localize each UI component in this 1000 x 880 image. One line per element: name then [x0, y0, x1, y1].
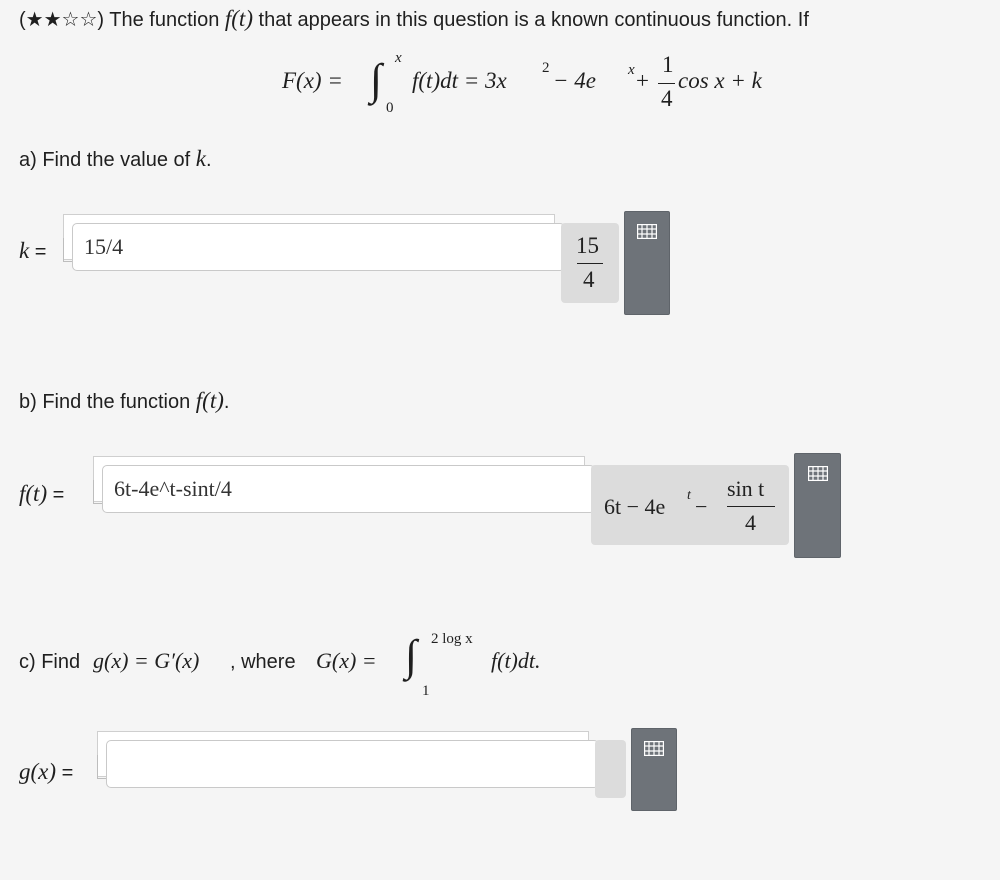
answer-c-input[interactable] [106, 740, 599, 788]
answer-c-preview [595, 740, 626, 798]
intro-function: f(t) [224, 6, 253, 31]
integral-sign-c: ∫ [405, 631, 418, 680]
integral-sign: ∫ [370, 55, 383, 104]
part-b-prompt: b) Find the function f(t). [19, 388, 230, 413]
grid-icon [807, 466, 828, 481]
answer-a-bracket [63, 238, 72, 262]
math-keyboard-button-c[interactable] [631, 728, 677, 811]
answer-c-label: g(x) = [19, 759, 74, 784]
part-c-prompt: c) Find g(x) = G′(x) , where G(x) = ∫ 2 … [19, 631, 541, 699]
answer-b-bracket [93, 480, 102, 504]
answer-b-label: f(t) = [19, 481, 65, 506]
grid-icon [637, 224, 657, 239]
difficulty-stars: (★★☆☆) [19, 9, 105, 31]
answer-b-preview: 6t − 4e t − sin t 4 [591, 465, 789, 545]
answer-a-preview: 15 4 [561, 223, 619, 303]
math-keyboard-button-b[interactable] [794, 453, 841, 558]
grid-icon [644, 741, 664, 756]
part-a-prompt: a) Find the value of k. [19, 146, 212, 171]
answer-a-label: k = [19, 238, 47, 263]
answer-c-bracket [97, 755, 106, 779]
math-keyboard-button-a[interactable] [624, 211, 670, 315]
question-intro: (★★☆☆) The function f(t) that appears in… [19, 6, 809, 31]
answer-a-input[interactable] [72, 223, 565, 271]
answer-b-input[interactable] [102, 465, 595, 513]
